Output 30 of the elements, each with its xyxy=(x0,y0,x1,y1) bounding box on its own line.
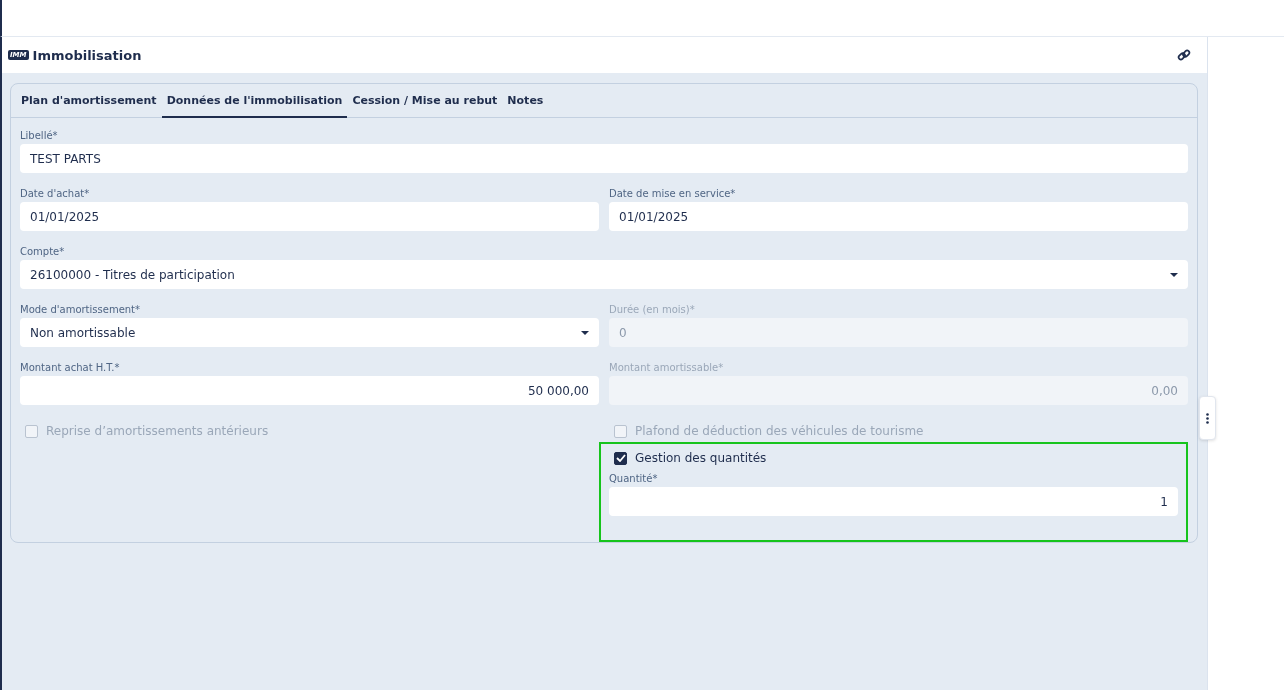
field-label: Durée (en mois)* xyxy=(609,304,696,316)
tab[interactable]: Notes xyxy=(502,84,549,118)
dropdown-field[interactable]: Non amortissable xyxy=(20,318,599,347)
caret-icon xyxy=(581,330,589,335)
page-title: Immobilisation xyxy=(32,47,143,63)
checkbox-label: Reprise d’amortissements antérieurs xyxy=(46,424,269,438)
input-field[interactable]: 01/01/2025 xyxy=(609,202,1188,231)
tab[interactable]: Données de l'immobilisation xyxy=(161,84,348,118)
more-menu-button[interactable] xyxy=(1199,396,1216,440)
field-label: Quantité* xyxy=(609,473,659,485)
link-icon[interactable] xyxy=(1177,48,1191,62)
field-label: Compte* xyxy=(20,246,66,258)
number-field[interactable]: 50 000,00 xyxy=(20,376,599,405)
checkbox-label: Gestion des quantités xyxy=(635,451,767,465)
field-label: Libellé* xyxy=(20,130,59,142)
tab[interactable]: Cession / Mise au rebut xyxy=(347,84,503,118)
input-field[interactable]: TEST PARTS xyxy=(20,144,1188,173)
field-label: Date d'achat* xyxy=(20,188,91,200)
field-label: Montant amortissable* xyxy=(609,362,725,374)
checkbox-label: Plafond de déduction des véhicules de tourisme xyxy=(635,424,924,438)
caret-icon xyxy=(1170,272,1178,277)
input-field[interactable]: 01/01/2025 xyxy=(20,202,599,231)
field-label: Date de mise en service* xyxy=(609,188,737,200)
field-label: Montant achat H.T.* xyxy=(20,362,121,374)
kebab-icon xyxy=(1206,412,1209,424)
number-field[interactable]: 1 xyxy=(609,487,1178,516)
field-label: Mode d'amortissement* xyxy=(20,304,142,316)
dropdown-field[interactable]: 26100000 - Titres de participation xyxy=(20,260,1188,289)
tab[interactable]: Plan d'amortissement xyxy=(16,84,162,118)
checkbox[interactable] xyxy=(614,451,627,465)
